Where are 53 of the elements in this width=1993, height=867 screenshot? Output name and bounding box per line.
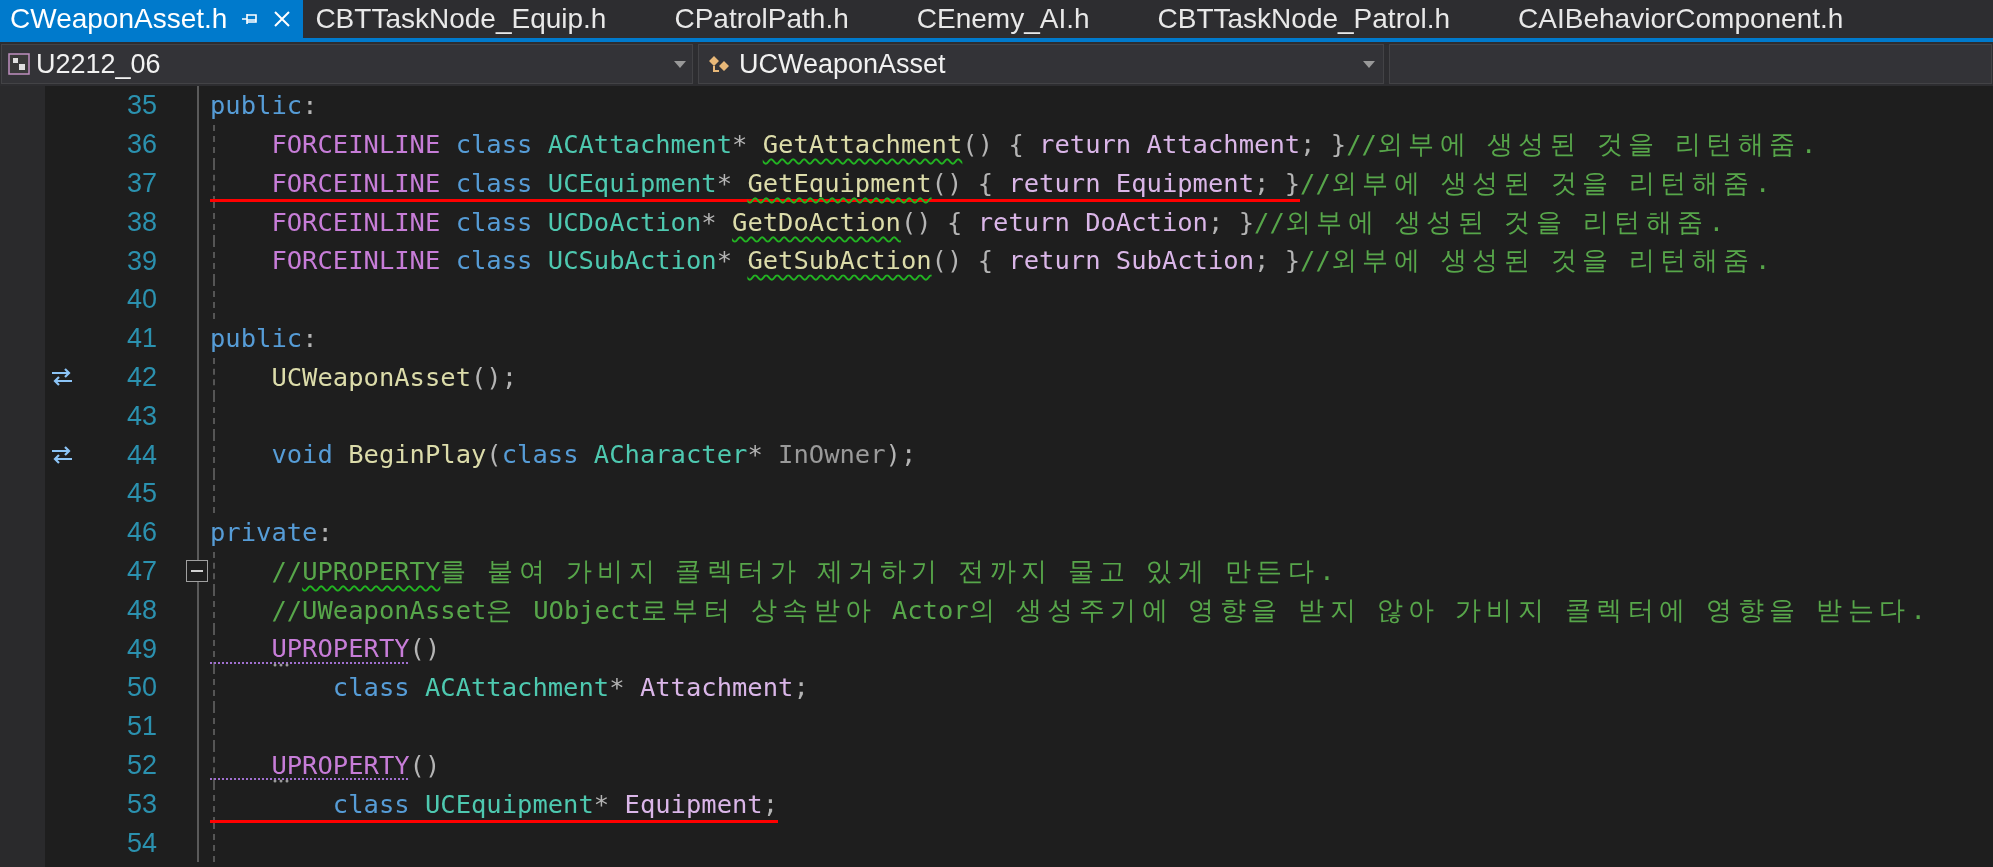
minus-icon [191, 569, 203, 572]
line-number: 50 [125, 671, 157, 704]
code-line: UPROPERTY() [270, 748, 441, 782]
caret-icon [674, 60, 686, 68]
collapse-toggle[interactable] [186, 559, 208, 582]
line-number: 37 [125, 167, 157, 199]
line-number: 39 [125, 244, 157, 277]
code-line: FORCEINLINE class UCDoAction* GetDoAction() { return DoAction; }//외부에 생성된 것을 리턴해줌. [270, 205, 1725, 239]
file-tab[interactable]: CBTTaskNode_Patrol.h [1145, 0, 1507, 38]
line-number: 42 [125, 360, 157, 393]
code-line: public: [210, 322, 318, 356]
file-tab[interactable]: CAIBehaviorComponent.h [1506, 0, 1900, 38]
code-line: UCWeaponAsset(); [270, 360, 518, 394]
line-number: 38 [125, 205, 157, 238]
line-number: 40 [125, 283, 157, 316]
class-icon [707, 53, 731, 75]
code-line: FORCEINLINE class UCSubAction* GetSubAction() { return SubAction; }//외부에 생성된 것을 리턴해줌. [270, 244, 1771, 278]
file-tab[interactable]: CPatrolPath.h [662, 0, 905, 38]
code-line: class UCEquipment* Equipment; [210, 784, 779, 823]
file-tab[interactable]: CBTTaskNode_Equip.h [303, 0, 663, 38]
code-line: UPROPERTY() [270, 632, 441, 666]
code-line: FORCEINLINE class UCEquipment* GetEquipment() { return Equipment; }//외부에 생성된 것을 리턴해줌. [210, 163, 1771, 203]
line-number: 44 [125, 438, 157, 471]
caret-icon [1363, 60, 1375, 68]
code-line: //UWeaponAsset은 UObject로부터 상속받아 Actor의 생성주기에 영향을 받지 않아 가비지 콜렉터에 영향을 받는다. [270, 593, 1926, 627]
code-line: FORCEINLINE class ACAttachment* GetAttachment() { return Attachment; }//외부에 생성된 것을 리턴해줌. [270, 128, 1817, 162]
file-tab[interactable]: CEnemy_AI.h [904, 0, 1146, 38]
code-line: void BeginPlay(class ACharacter* InOwner); [270, 438, 917, 472]
code-line: //UPROPERTY를 붙여 가비지 콜렉터가 제거하기 전까지 물고 있게 만든다. [270, 554, 1335, 588]
swap-arrows-icon [50, 366, 74, 387]
line-number: 35 [125, 89, 157, 122]
swap-arrows-icon [50, 444, 74, 465]
code-line: class ACAttachment* Attachment; [331, 671, 809, 705]
line-number: 43 [125, 399, 157, 432]
code-line: private: [210, 516, 333, 550]
pin-icon[interactable] [241, 11, 260, 27]
project-icon [8, 53, 30, 75]
line-number: 54 [125, 826, 157, 859]
line-number: 46 [125, 516, 157, 549]
line-number: 47 [125, 554, 157, 587]
project-dropdown[interactable]: U2212_06 [1, 44, 693, 84]
line-number: 49 [125, 632, 157, 665]
code-line: public: [210, 89, 318, 123]
line-number: 48 [125, 593, 157, 626]
line-number: 51 [125, 710, 157, 743]
line-number: 53 [125, 787, 157, 820]
line-number: 52 [125, 748, 157, 781]
scope-dropdown[interactable]: UCWeaponAsset [698, 44, 1384, 84]
line-number: 45 [125, 477, 157, 510]
line-number: 36 [125, 128, 157, 161]
close-icon[interactable] [273, 10, 292, 28]
file-tab[interactable]: CWeaponAsset.h [0, 0, 304, 38]
line-number: 41 [125, 322, 157, 355]
